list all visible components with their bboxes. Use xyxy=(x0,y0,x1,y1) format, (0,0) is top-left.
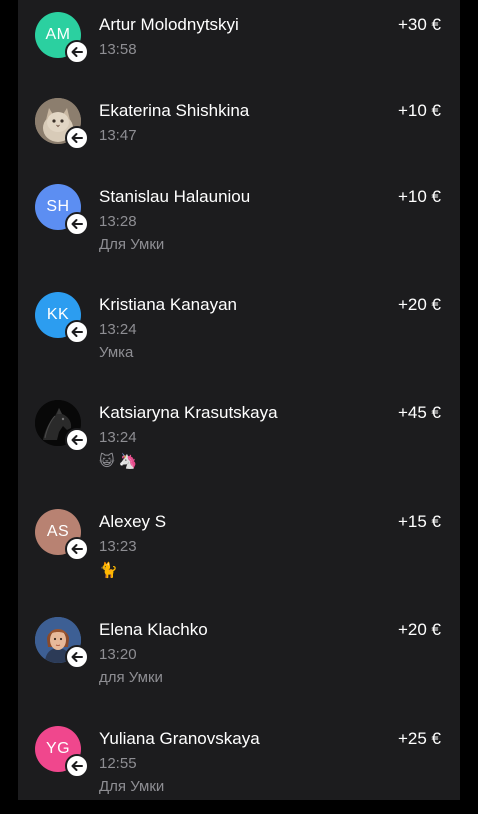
payer-name: Alexey S xyxy=(99,512,167,531)
avatar-initials: KK xyxy=(46,306,70,323)
transaction-row[interactable]: KK Kristiana Kanayan 13:24 Умка +20 € xyxy=(18,280,460,380)
incoming-arrow-icon xyxy=(65,320,89,344)
incoming-arrow-icon xyxy=(65,40,89,64)
transaction-amount: +15 € xyxy=(397,512,441,531)
transaction-comment: 😺 🦄 xyxy=(99,453,138,470)
transaction-amount: +10 € xyxy=(397,187,441,206)
incoming-arrow-icon xyxy=(65,428,89,452)
transaction-comment: Умка xyxy=(99,344,134,361)
transaction-time: 13:58 xyxy=(99,41,137,58)
avatar-initials: YG xyxy=(45,740,71,757)
transaction-comment: Для Умки xyxy=(99,236,165,253)
payer-name: Elena Klachko xyxy=(99,620,208,639)
transaction-row[interactable]: AS Alexey S 13:23 🐈 +15 € xyxy=(18,497,460,597)
transaction-time: 13:23 xyxy=(99,538,137,555)
avatar-initials: AM xyxy=(45,26,71,43)
transaction-time: 13:24 xyxy=(99,429,137,446)
transaction-amount: +25 € xyxy=(397,729,441,748)
transaction-row[interactable]: Ekaterina Shishkina 13:47 +10 € xyxy=(18,86,460,186)
transaction-comment: Для Умки xyxy=(99,778,165,795)
payer-name: Katsiaryna Krasutskaya xyxy=(99,403,278,422)
transaction-time: 13:20 xyxy=(99,646,137,663)
incoming-arrow-icon xyxy=(65,537,89,561)
transaction-comment: 🐈 xyxy=(99,562,118,579)
transaction-time: 13:28 xyxy=(99,213,137,230)
transactions-panel: AM Artur Molodnytskyi 13:58 +30 € Ekater… xyxy=(18,0,460,800)
transaction-time: 13:47 xyxy=(99,127,137,144)
avatar-initials: AS xyxy=(46,523,70,540)
transaction-row[interactable]: Katsiaryna Krasutskaya 13:24 😺 🦄 +45 € xyxy=(18,388,460,488)
incoming-arrow-icon xyxy=(65,754,89,778)
transaction-time: 12:55 xyxy=(99,755,137,772)
payer-name: Yuliana Granovskaya xyxy=(99,729,260,748)
payer-name: Stanislau Halauniou xyxy=(99,187,251,206)
transaction-amount: +30 € xyxy=(397,15,441,34)
transaction-comment: для Умки xyxy=(99,669,163,686)
payer-name: Ekaterina Shishkina xyxy=(99,101,250,120)
incoming-arrow-icon xyxy=(65,212,89,236)
transaction-amount: +45 € xyxy=(397,403,441,422)
transaction-amount: +20 € xyxy=(397,620,441,639)
transaction-amount: +20 € xyxy=(397,295,441,314)
payer-name: Artur Molodnytskyi xyxy=(99,15,239,34)
avatar-initials: SH xyxy=(46,198,70,215)
transaction-row[interactable]: AM Artur Molodnytskyi 13:58 +30 € xyxy=(18,0,460,100)
transaction-row[interactable]: SH Stanislau Halauniou 13:28 Для Умки +1… xyxy=(18,172,460,272)
transaction-row[interactable]: YG Yuliana Granovskaya 12:55 Для Умки +2… xyxy=(18,714,460,814)
incoming-arrow-icon xyxy=(65,645,89,669)
transaction-time: 13:24 xyxy=(99,321,137,338)
transaction-row[interactable]: Elena Klachko 13:20 для Умки +20 € xyxy=(18,605,460,705)
incoming-arrow-icon xyxy=(65,126,89,150)
transaction-amount: +10 € xyxy=(397,101,441,120)
payer-name: Kristiana Kanayan xyxy=(99,295,237,314)
